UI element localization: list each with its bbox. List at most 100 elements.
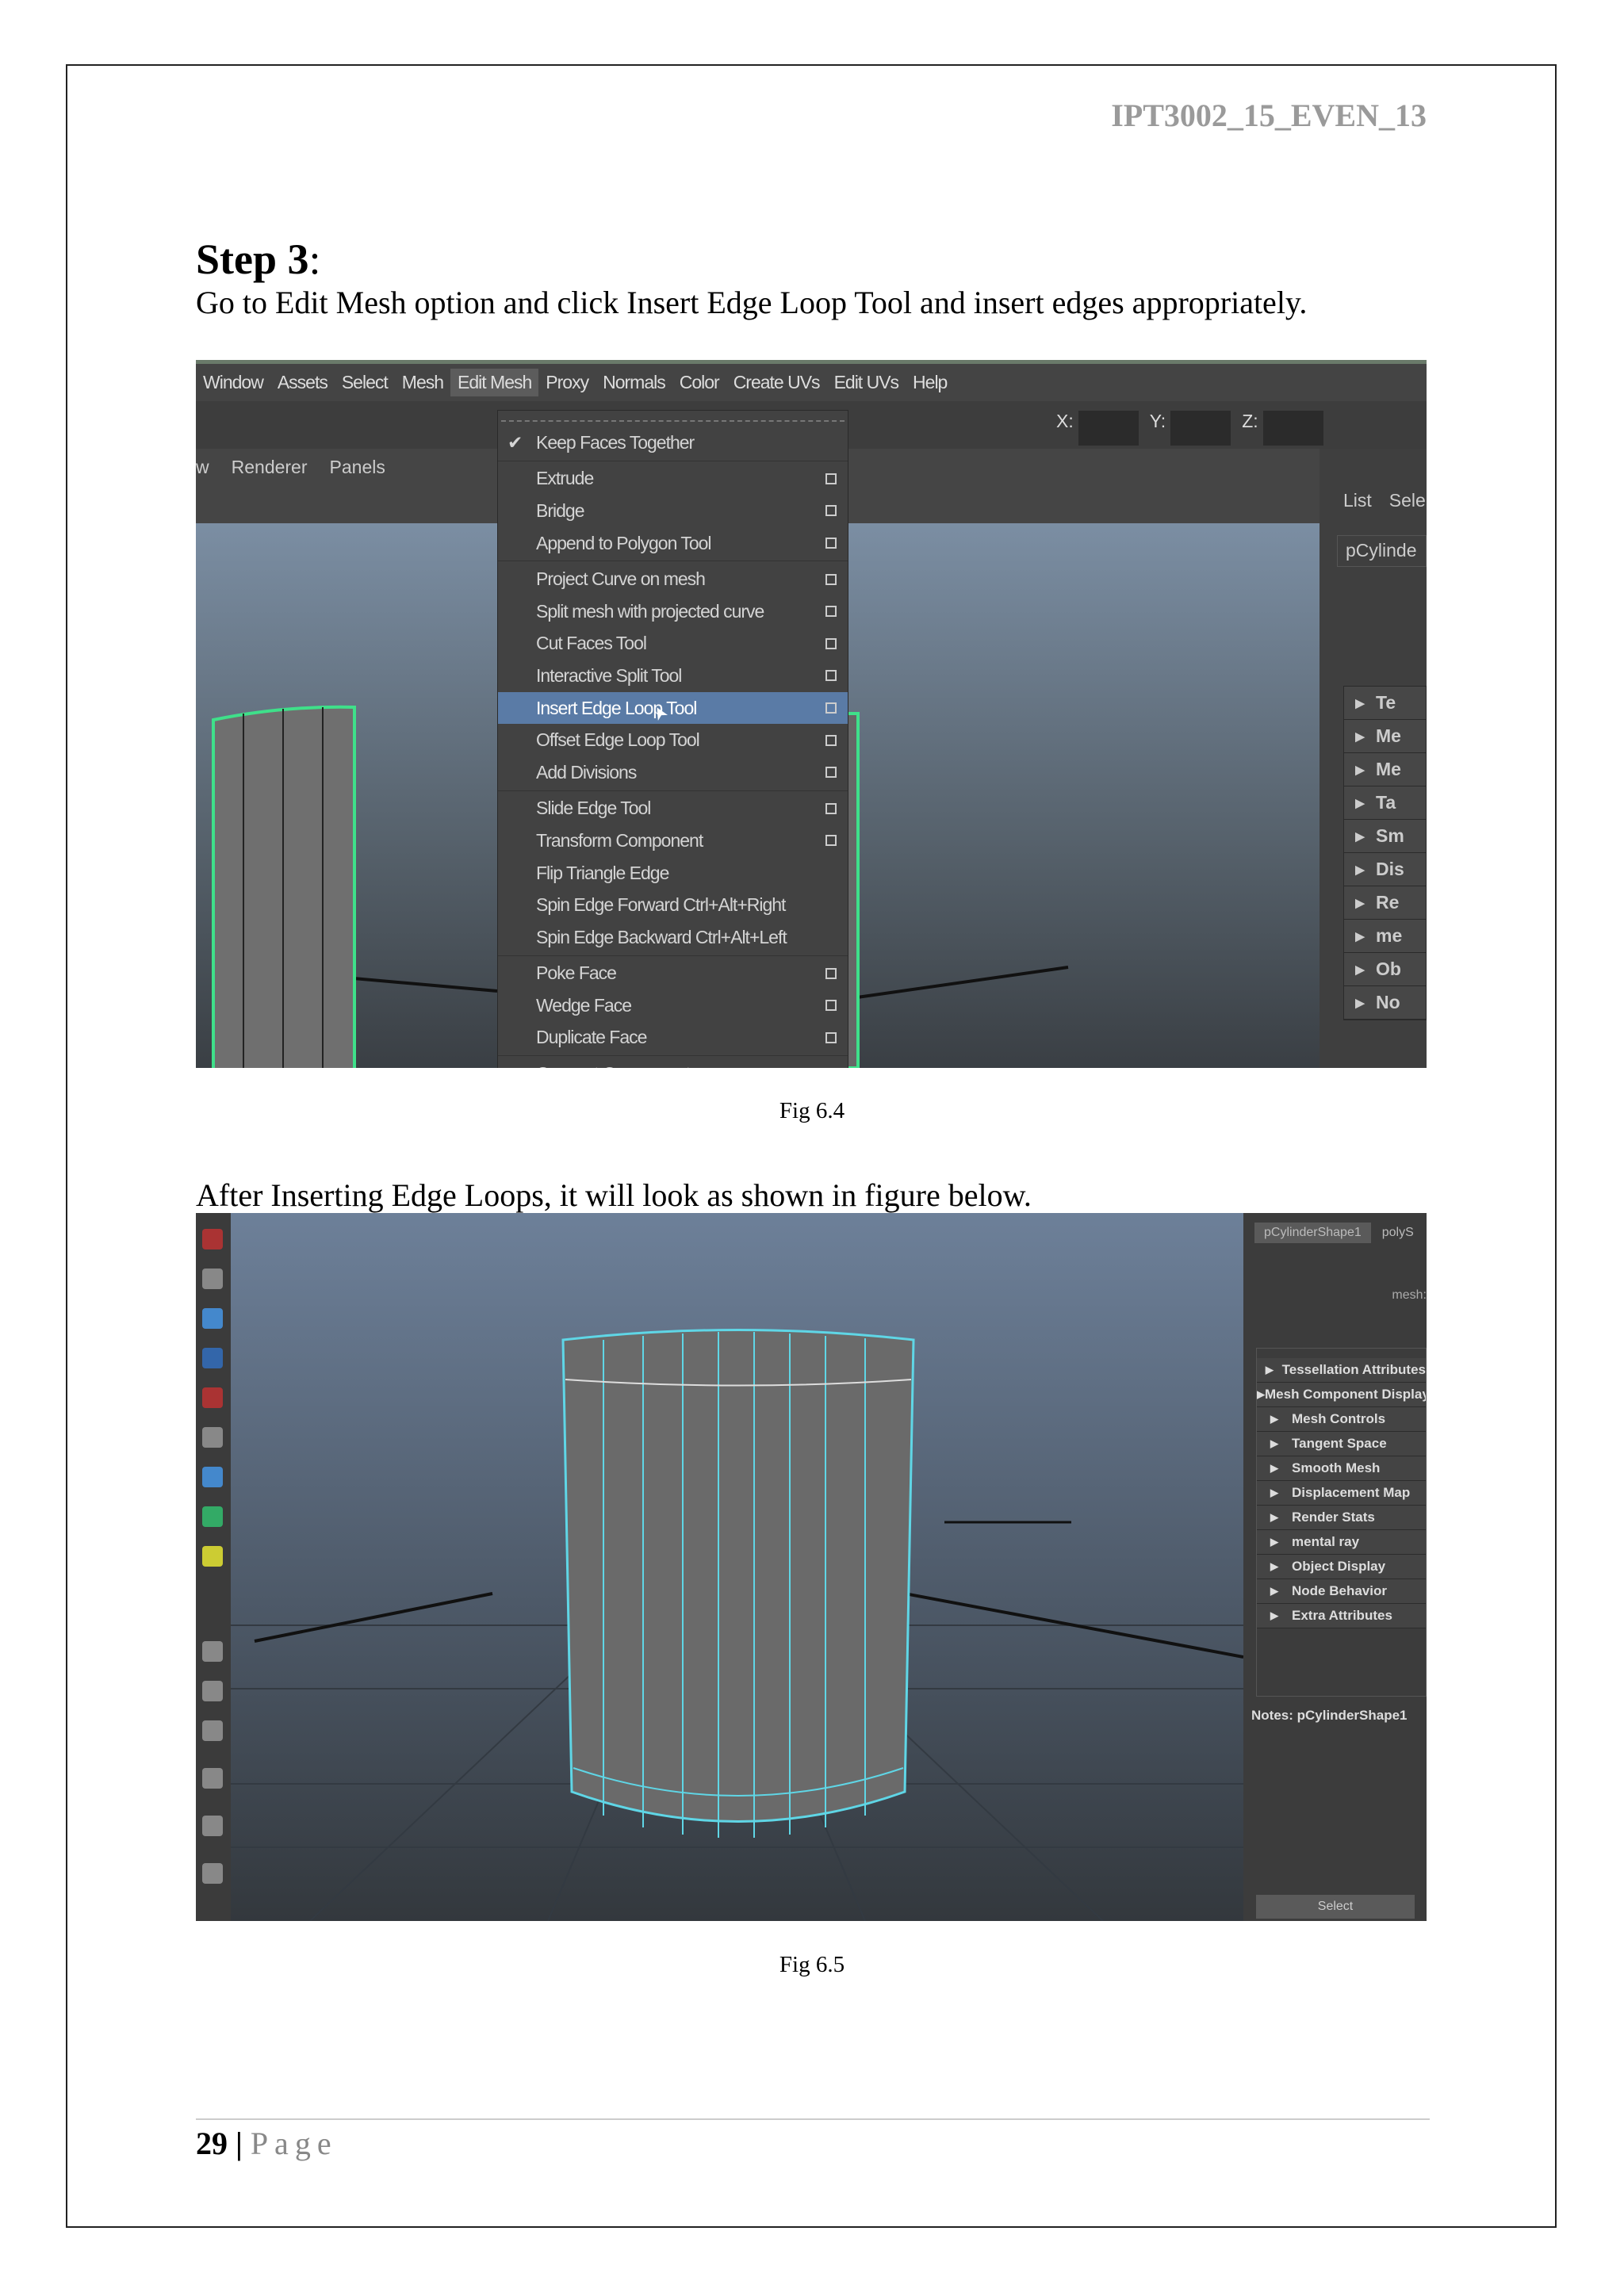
menu-item-project-curve-on-mesh[interactable]: Project Curve on mesh: [498, 563, 848, 595]
menu-edit-uvs[interactable]: Edit UVs: [827, 369, 906, 396]
option-box-icon[interactable]: [825, 473, 837, 484]
option-box-icon[interactable]: [825, 967, 837, 979]
footer-separator: |: [236, 2126, 243, 2161]
menu-help[interactable]: Help: [906, 369, 954, 396]
option-box-icon[interactable]: [825, 702, 837, 714]
menu-item-slide-edge-tool[interactable]: Slide Edge Tool: [498, 793, 848, 825]
menu-item-cut-faces-tool[interactable]: Cut Faces Tool: [498, 628, 848, 660]
step-colon: :: [308, 235, 321, 283]
tab-polys[interactable]: polyS: [1376, 1223, 1420, 1243]
expand-arrow-icon: ▶: [1355, 763, 1365, 777]
viewport[interactable]: [231, 1213, 1244, 1921]
tab-pcylindershape1[interactable]: pCylinderShape1: [1254, 1223, 1371, 1243]
coord-input[interactable]: [1262, 411, 1323, 446]
coord-input[interactable]: [1078, 411, 1139, 446]
option-box-icon[interactable]: [825, 1031, 837, 1043]
attribute-row[interactable]: ▶ Sm: [1344, 820, 1426, 853]
expand-arrow-icon: ▶: [1355, 929, 1365, 943]
expand-arrow-icon: ▶: [1270, 1536, 1278, 1548]
attribute-row[interactable]: ▶ Me: [1344, 720, 1426, 753]
select-button[interactable]: Select: [1256, 1895, 1415, 1919]
menu-item-poke-face[interactable]: Poke Face: [498, 958, 848, 990]
checkmark-icon: ✔: [508, 431, 523, 453]
attribute-section[interactable]: ▶ mental ray: [1257, 1530, 1426, 1555]
menu-item-flip-triangle-edge[interactable]: Flip Triangle Edge: [498, 857, 848, 890]
menu-item-bridge[interactable]: Bridge: [498, 495, 848, 527]
menu-item-keep-faces-together[interactable]: ✔ Keep Faces Together: [498, 427, 848, 459]
menu-create-uvs[interactable]: Create UVs: [726, 369, 827, 396]
menu-item-split-mesh-with-projected-curve[interactable]: Split mesh with projected curve: [498, 595, 848, 628]
menu-separator: [498, 1055, 848, 1057]
attribute-section[interactable]: ▶ Extra Attributes: [1257, 1604, 1426, 1628]
node-name-field[interactable]: pCylinde: [1337, 535, 1427, 567]
menu-mesh[interactable]: Mesh: [395, 369, 450, 396]
attribute-row[interactable]: ▶ Te: [1344, 687, 1426, 720]
figure-6-4: Window Assets Select Mesh Edit Mesh Proxy Norm…: [196, 360, 1427, 1068]
menu-item-append-to-polygon-tool[interactable]: Append to Polygon Tool: [498, 527, 848, 560]
option-box-icon[interactable]: [825, 538, 837, 549]
menu-item-interactive-split-tool[interactable]: Interactive Split Tool: [498, 660, 848, 692]
panel-menu-item[interactable]: w: [196, 457, 209, 478]
attribute-label: me: [1376, 925, 1403, 946]
attribute-section[interactable]: ▶ Node Behavior: [1257, 1579, 1426, 1604]
menu-item-insert-edge-loop-tool[interactable]: Insert Edge Loop Tool ➤: [498, 691, 848, 725]
attribute-row[interactable]: ▶ me: [1344, 920, 1426, 953]
step-instruction: Go to Edit Mesh option and click Insert …: [196, 285, 1308, 320]
attribute-section[interactable]: ▶ Smooth Mesh: [1257, 1456, 1426, 1481]
panel-menu-item[interactable]: Panels: [330, 457, 385, 478]
menu-window[interactable]: Window: [196, 369, 270, 396]
attribute-row[interactable]: ▶ Ta: [1344, 786, 1426, 820]
attribute-section[interactable]: ▶ Mesh Component Display: [1257, 1383, 1426, 1407]
menu-assets[interactable]: Assets: [270, 369, 335, 396]
menu-item-transform-component[interactable]: Transform Component: [498, 825, 848, 857]
option-box-icon[interactable]: [825, 573, 837, 585]
attribute-section[interactable]: ▶ Tangent Space: [1257, 1432, 1426, 1456]
menu-item-extrude[interactable]: Extrude: [498, 463, 848, 496]
attribute-row[interactable]: ▶ No: [1344, 986, 1426, 1020]
attribute-label: Me: [1376, 759, 1401, 779]
option-box-icon[interactable]: [825, 606, 837, 618]
tear-off-handle[interactable]: [501, 415, 845, 422]
menu-select[interactable]: Select: [335, 369, 395, 396]
menu-item-label: Add Divisions: [536, 761, 637, 783]
menu-edit-mesh[interactable]: Edit Mesh: [450, 369, 539, 396]
menu-item-offset-edge-loop-tool[interactable]: Offset Edge Loop Tool: [498, 724, 848, 756]
menu-normals[interactable]: Normals: [596, 369, 672, 396]
panel-menu-item[interactable]: Renderer: [232, 457, 308, 478]
attribute-row[interactable]: ▶ Re: [1344, 886, 1426, 920]
menu-item-connect-components[interactable]: Connect Components: [498, 1058, 848, 1068]
attribute-row[interactable]: ▶ Me: [1344, 753, 1426, 786]
coord-input[interactable]: [1170, 411, 1231, 446]
coordinate-fields: X: Y: Z:: [1056, 411, 1323, 446]
menu-color[interactable]: Color: [672, 369, 726, 396]
attribute-label: Dis: [1376, 859, 1404, 879]
option-box-icon[interactable]: [825, 637, 837, 649]
option-box-icon[interactable]: [825, 802, 837, 814]
menu-item-spin-edge-backward-ctrl-alt-left[interactable]: Spin Edge Backward Ctrl+Alt+Left: [498, 921, 848, 954]
menu-item-spin-edge-forward-ctrl-alt-right[interactable]: Spin Edge Forward Ctrl+Alt+Right: [498, 889, 848, 921]
attribute-section[interactable]: ▶ Mesh Controls: [1257, 1407, 1426, 1432]
coord-label: X:: [1056, 411, 1074, 431]
attribute-section[interactable]: ▶ Object Display: [1257, 1555, 1426, 1579]
option-box-icon[interactable]: [825, 670, 837, 682]
option-box-icon[interactable]: [825, 1000, 837, 1012]
panel-tab[interactable]: Sele: [1389, 490, 1426, 511]
expand-arrow-icon: ▶: [1270, 1437, 1278, 1449]
option-box-icon[interactable]: [825, 767, 837, 779]
attribute-section[interactable]: ▶ Displacement Map: [1257, 1481, 1426, 1506]
menu-item-wedge-face[interactable]: Wedge Face: [498, 989, 848, 1022]
menu-proxy[interactable]: Proxy: [538, 369, 596, 396]
option-box-icon[interactable]: [825, 505, 837, 517]
menu-item-label: Offset Edge Loop Tool: [536, 729, 700, 751]
menu-item-label: Connect Components: [536, 1063, 699, 1068]
attribute-row[interactable]: ▶ Ob: [1344, 953, 1426, 986]
menu-item-label: Poke Face: [536, 962, 617, 984]
attribute-section[interactable]: ▶ Render Stats: [1257, 1506, 1426, 1530]
attribute-row[interactable]: ▶ Dis: [1344, 853, 1426, 886]
option-box-icon[interactable]: [825, 835, 837, 847]
menu-item-duplicate-face[interactable]: Duplicate Face: [498, 1022, 848, 1054]
option-box-icon[interactable]: [825, 734, 837, 746]
panel-tab[interactable]: List: [1343, 490, 1372, 511]
menu-item-add-divisions[interactable]: Add Divisions: [498, 756, 848, 789]
attribute-section[interactable]: ▶ Tessellation Attributes: [1257, 1358, 1426, 1383]
